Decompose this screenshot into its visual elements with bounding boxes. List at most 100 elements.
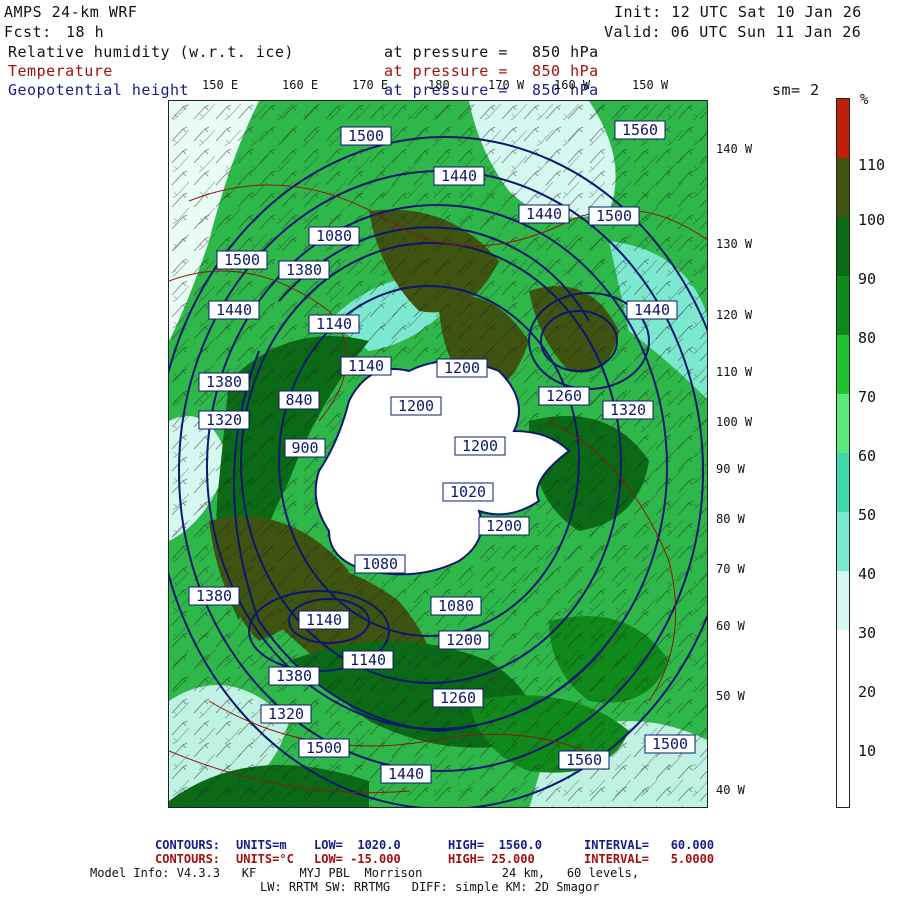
height-label: 1440 (388, 765, 424, 783)
footer-contours-temp-label: CONTOURS: (155, 852, 221, 866)
forecast-label: Fcst: (4, 23, 52, 41)
colorbar-swatch (837, 335, 849, 394)
colorbar-swatch (837, 158, 849, 217)
height-label: 1560 (566, 751, 602, 769)
colorbar-swatch (837, 217, 849, 276)
forecast-hour: 18 h (66, 23, 105, 41)
height-label: 1200 (462, 437, 498, 455)
height-label: 1560 (622, 121, 658, 139)
map-panel: 1500 1440 1080 1440 1500 1500 1380 1440 … (168, 100, 708, 808)
height-label: 1500 (348, 127, 384, 145)
height-label: 1200 (486, 517, 522, 535)
footer-contours-height-low: LOW= 1020.0 (314, 838, 401, 852)
valid-time: Valid: 06 UTC Sun 11 Jan 26 (604, 23, 862, 41)
footer-contours-temp-units: UNITS=°C (236, 852, 294, 866)
lon-label-top: 150 W (632, 78, 669, 92)
colorbar-swatch (837, 99, 849, 158)
footer-contours-height-label: CONTOURS: (155, 838, 221, 852)
height-label: 1080 (362, 555, 398, 573)
lon-label-right: 80 W (716, 512, 745, 526)
colorbar-label: 90 (858, 270, 877, 288)
field-temp-pressure: 850 hPa (532, 62, 599, 80)
lon-label-right: 100 W (716, 415, 753, 429)
colorbar-swatch (837, 748, 849, 807)
colorbar-swatch (837, 689, 849, 748)
height-label: 1140 (350, 651, 386, 669)
lon-label-right: 50 W (716, 689, 745, 703)
height-label: 1500 (224, 251, 260, 269)
height-label: 1380 (276, 667, 312, 685)
field-temp-pressure-label: at pressure = (384, 62, 508, 80)
lon-label-top: 150 E (202, 78, 239, 92)
footer-contours-height-interval: INTERVAL= 60.000 (584, 838, 715, 852)
height-label: 1320 (610, 401, 646, 419)
height-label: 1200 (398, 397, 434, 415)
colorbar-label: 50 (858, 506, 877, 524)
height-label: 1200 (446, 631, 482, 649)
lon-label-right: 110 W (716, 365, 753, 379)
field-rh-pressure-label: at pressure = (384, 43, 508, 61)
colorbar-label: 80 (858, 329, 877, 347)
height-label: 1140 (348, 357, 384, 375)
lon-label-top: 160 W (554, 78, 591, 92)
model-title: AMPS 24-km WRF (4, 3, 138, 21)
height-label: 1440 (634, 301, 670, 319)
footer-contours-temp-low: LOW= -15.000 (314, 852, 401, 866)
lon-label-right: 40 W (716, 783, 745, 797)
lon-label-right: 120 W (716, 308, 753, 322)
lon-label-top: 170 E (352, 78, 389, 92)
colorbar-swatch (837, 571, 849, 630)
footer-model-info: Model Info: V4.3.3 KF MYJ PBL Morrison 2… (90, 866, 640, 880)
colorbar-swatch (837, 512, 849, 571)
colorbar-label: 110 (858, 156, 886, 174)
colorbar-label: 100 (858, 211, 886, 229)
height-label: 1320 (268, 705, 304, 723)
colorbar-label: 20 (858, 683, 877, 701)
footer-contours-temp-interval: INTERVAL= 5.0000 (584, 852, 715, 866)
field-height-name: Geopotential height (8, 81, 190, 99)
colorbar-swatch (837, 630, 849, 689)
colorbar-label: 60 (858, 447, 877, 465)
height-label: 1080 (316, 227, 352, 245)
height-label: 1380 (196, 587, 232, 605)
height-label: 1440 (441, 167, 477, 185)
height-label: 900 (291, 439, 318, 457)
lon-label-top: 170 W (488, 78, 525, 92)
height-label: 1080 (438, 597, 474, 615)
colorbar-swatch (837, 276, 849, 335)
height-label: 1320 (206, 411, 242, 429)
lon-label-right: 140 W (716, 142, 753, 156)
footer-contours-height-units: UNITS=m (236, 838, 287, 852)
height-label: 1140 (306, 611, 342, 629)
lon-label-right: 130 W (716, 237, 753, 251)
footer-contours-height-high: HIGH= 1560.0 (448, 838, 542, 852)
height-label: 840 (285, 391, 312, 409)
colorbar-swatch (837, 453, 849, 512)
colorbar-label: 40 (858, 565, 877, 583)
init-time: Init: 12 UTC Sat 10 Jan 26 (614, 3, 862, 21)
field-rh-pressure: 850 hPa (532, 43, 599, 61)
height-label: 1440 (216, 301, 252, 319)
map-canvas: 1500 1440 1080 1440 1500 1500 1380 1440 … (169, 101, 707, 807)
colorbar-label: 70 (858, 388, 877, 406)
field-rh-name: Relative humidity (w.r.t. ice) (8, 43, 294, 61)
colorbar-label: 10 (858, 742, 877, 760)
height-label: 1260 (440, 689, 476, 707)
smoothing-label: sm= 2 (772, 81, 820, 99)
height-label: 1500 (652, 735, 688, 753)
height-label: 1500 (596, 207, 632, 225)
lon-label-right: 70 W (716, 562, 745, 576)
height-label: 1200 (444, 359, 480, 377)
height-label: 1020 (450, 483, 486, 501)
rh-colorbar (836, 98, 850, 808)
lon-label-top: 160 E (282, 78, 319, 92)
field-temp-name: Temperature (8, 62, 113, 80)
colorbar-swatch (837, 394, 849, 453)
footer-model-info-2: LW: RRTM SW: RRTMG DIFF: simple KM: 2D S… (260, 880, 600, 894)
height-label: 1500 (306, 739, 342, 757)
colorbar-label: 30 (858, 624, 877, 642)
height-label: 1380 (206, 373, 242, 391)
height-label: 1440 (526, 205, 562, 223)
height-label: 1260 (546, 387, 582, 405)
lon-label-right: 90 W (716, 462, 745, 476)
